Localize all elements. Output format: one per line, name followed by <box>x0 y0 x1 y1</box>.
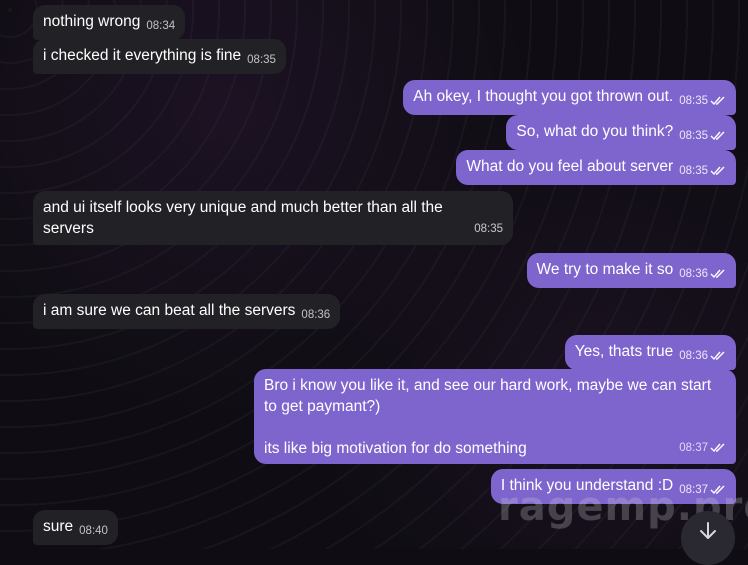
message-text: i checked it everything is fine <box>43 47 242 64</box>
scroll-down-button[interactable] <box>681 511 735 565</box>
message-text: nothing wrong <box>43 13 141 30</box>
incoming-message[interactable]: sure 08:40 <box>33 510 118 545</box>
incoming-message[interactable]: nothing wrong 08:34 <box>33 5 186 40</box>
message-time: 08:35 <box>679 95 708 107</box>
incoming-message[interactable]: i am sure we can beat all the servers 08:… <box>33 294 341 329</box>
outgoing-message[interactable]: Ah okey, I thought you got thrown out. 08… <box>403 80 736 115</box>
double-check-icon <box>710 351 725 360</box>
message-time: 08:37 <box>679 442 708 454</box>
message-time: 08:35 <box>247 54 276 66</box>
message-time: 08:36 <box>301 309 331 321</box>
message-text: We try to make it so <box>536 261 674 278</box>
incoming-message[interactable]: i checked it everything is fine 08:35 <box>33 39 286 74</box>
message-text: Bro i know you like it, and see our hard… <box>264 377 712 415</box>
message-text: and ui itself looks very unique and much… <box>43 199 443 237</box>
incoming-message[interactable]: and ui itself looks very unique and much… <box>33 191 513 245</box>
outgoing-message[interactable]: So, what do you think? 08:35 <box>506 115 736 150</box>
outgoing-message[interactable]: Bro i know you like it, and see our hard… <box>254 369 736 464</box>
message-time: 08:36 <box>679 350 708 362</box>
message-text: So, what do you think? <box>516 123 674 140</box>
message-text: sure <box>43 518 74 535</box>
message-time: 08:34 <box>146 20 176 32</box>
double-check-icon <box>710 443 725 452</box>
arrow-down-icon <box>700 522 716 539</box>
message-text: What do you feel about server <box>466 158 674 175</box>
message-text: Ah okey, I thought you got thrown out. <box>413 88 674 105</box>
double-check-icon <box>710 269 725 278</box>
message-time: 08:35 <box>474 223 503 235</box>
message-time: 08:35 <box>679 130 708 142</box>
message-time: 08:35 <box>679 165 708 177</box>
message-time: 08:36 <box>679 268 708 280</box>
outgoing-message[interactable]: What do you feel about server 08:35 <box>456 150 736 185</box>
message-text: i am sure we can beat all the servers <box>43 302 296 319</box>
outgoing-message[interactable]: Yes, thats true 08:36 <box>564 335 736 370</box>
double-check-icon <box>710 131 725 140</box>
message-text: Yes, thats true <box>574 343 674 360</box>
double-check-icon <box>710 96 725 105</box>
outgoing-message[interactable]: We try to make it so 08:36 <box>526 253 736 288</box>
message-text-2: its like big motivation for do something <box>264 440 527 457</box>
message-time: 08:40 <box>79 525 108 537</box>
double-check-icon <box>710 166 725 175</box>
